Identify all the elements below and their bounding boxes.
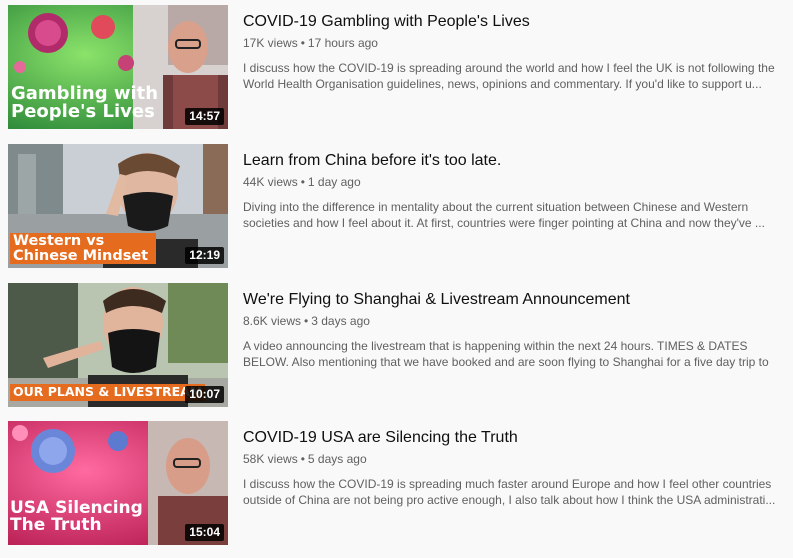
duration-badge: 10:07	[185, 386, 224, 403]
separator-dot: •	[300, 175, 305, 189]
description-line: Diving into the difference in mentality …	[243, 200, 749, 214]
view-count: 44K views	[243, 175, 298, 189]
upload-age: 5 days ago	[307, 452, 367, 466]
thumbnail-overlay-text: OUR PLANS & LIVESTREAM	[10, 384, 206, 401]
view-count: 17K views	[243, 36, 298, 50]
video-meta: 17K views • 17 hours ago	[243, 35, 783, 51]
video-title[interactable]: We're Flying to Shanghai & Livestream An…	[243, 290, 783, 310]
video-description: I discuss how the COVID-19 is spreading …	[243, 60, 775, 92]
video-item[interactable]: Gambling with People's Lives 14:57 COVID…	[0, 5, 793, 129]
description-line: outside of China are not being pro activ…	[243, 493, 775, 507]
upload-age: 3 days ago	[311, 314, 370, 328]
video-info: Learn from China before it's too late. 4…	[243, 144, 783, 231]
description-line: BELOW. Also mentioning that we have book…	[243, 355, 769, 369]
video-info: COVID-19 Gambling with People's Lives 17…	[243, 5, 783, 92]
duration-badge: 15:04	[185, 524, 224, 541]
video-thumbnail[interactable]: Gambling with People's Lives 14:57	[8, 5, 228, 129]
video-info: COVID-19 USA are Silencing the Truth 58K…	[243, 421, 783, 508]
description-line: societies and how I feel about it. At fi…	[243, 216, 765, 230]
video-item[interactable]: USA Silencing The Truth 15:04 COVID-19 U…	[0, 421, 793, 545]
video-list: Gambling with People's Lives 14:57 COVID…	[0, 0, 793, 558]
upload-age: 1 day ago	[307, 175, 361, 189]
view-count: 58K views	[243, 452, 298, 466]
video-meta: 44K views • 1 day ago	[243, 174, 783, 190]
view-count: 8.6K views	[243, 314, 302, 328]
description-line: A video announcing the livestream that i…	[243, 339, 748, 353]
video-thumbnail[interactable]: Western vs Chinese Mindset 12:19	[8, 144, 228, 268]
separator-dot: •	[300, 36, 305, 50]
description-line: I discuss how the COVID-19 is spreading …	[243, 477, 772, 491]
video-title[interactable]: COVID-19 USA are Silencing the Truth	[243, 428, 783, 448]
thumbnail-overlay-text: USA Silencing The Truth	[10, 498, 143, 535]
video-thumbnail[interactable]: OUR PLANS & LIVESTREAM 10:07	[8, 283, 228, 407]
video-description: Diving into the difference in mentality …	[243, 199, 775, 231]
video-item[interactable]: OUR PLANS & LIVESTREAM 10:07 We're Flyin…	[0, 283, 793, 407]
description-line: I discuss how the COVID-19 is spreading …	[243, 61, 775, 75]
video-info: We're Flying to Shanghai & Livestream An…	[243, 283, 783, 370]
video-title[interactable]: Learn from China before it's too late.	[243, 151, 783, 171]
video-description: I discuss how the COVID-19 is spreading …	[243, 476, 775, 508]
video-description: A video announcing the livestream that i…	[243, 338, 775, 370]
video-meta: 58K views • 5 days ago	[243, 451, 783, 467]
thumbnail-overlay-text: Western vs Chinese Mindset	[10, 233, 156, 264]
duration-badge: 12:19	[185, 247, 224, 264]
duration-badge: 14:57	[185, 108, 224, 125]
thumbnail-overlay-text: Gambling with People's Lives	[11, 83, 159, 122]
separator-dot: •	[304, 314, 309, 328]
separator-dot: •	[300, 452, 305, 466]
video-title[interactable]: COVID-19 Gambling with People's Lives	[243, 12, 783, 32]
video-meta: 8.6K views • 3 days ago	[243, 313, 783, 329]
video-thumbnail[interactable]: USA Silencing The Truth 15:04	[8, 421, 228, 545]
description-line: World Health Organisation guidelines, ne…	[243, 77, 762, 91]
upload-age: 17 hours ago	[307, 36, 378, 50]
video-item[interactable]: Western vs Chinese Mindset 12:19 Learn f…	[0, 144, 793, 268]
